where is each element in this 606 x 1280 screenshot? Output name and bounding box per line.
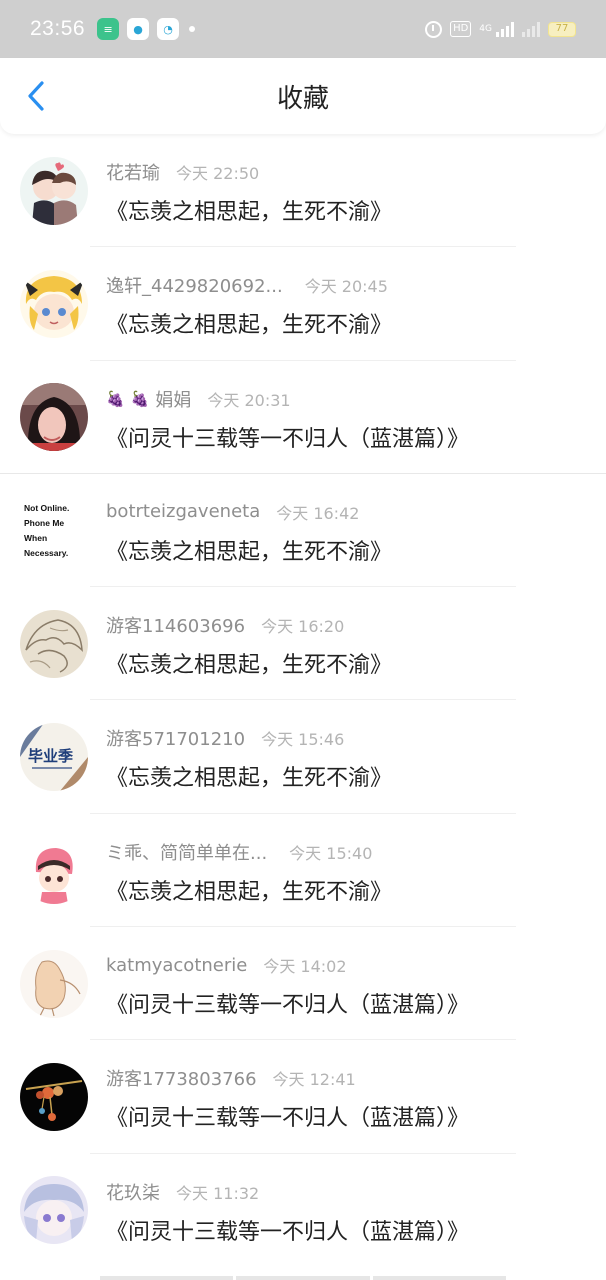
- status-app-icons: ≡ ● ◔: [97, 18, 196, 40]
- user-name: 逸轩_4429820692...: [106, 276, 283, 298]
- timestamp: 今天 20:31: [207, 390, 291, 410]
- book-title[interactable]: 《忘羡之相思起，生死不渝》: [106, 760, 586, 792]
- user-name: botrteizgaveneta: [106, 501, 261, 523]
- grape-emoji-icon: 🍇: [130, 389, 150, 408]
- app-notification-icon: ≡: [97, 18, 120, 40]
- user-name: 花若瑜: [106, 163, 160, 184]
- avatar[interactable]: [20, 1063, 88, 1132]
- timestamp: 今天 15:46: [261, 730, 345, 750]
- grape-emoji-icon: 🍇: [106, 389, 125, 408]
- avatar[interactable]: Not Online. Phone Me When Necessary.: [20, 496, 88, 565]
- timestamp: 今天 12:41: [272, 1070, 356, 1090]
- list-item[interactable]: 游客114603696 今天 16:20 《忘羡之相思起，生死不渝》: [0, 587, 606, 701]
- favorites-list: 花若瑜 今天 22:50 《忘羡之相思起，生死不渝》 逸轩_4429820692…: [0, 134, 606, 1267]
- timestamp: 今天 15:40: [289, 843, 373, 863]
- user-name: 娟娟: [155, 389, 192, 411]
- book-title[interactable]: 《忘羡之相思起，生死不渝》: [106, 534, 586, 566]
- avatar-text: Not Online.: [24, 503, 69, 513]
- avatar-text: Phone Me: [24, 518, 64, 528]
- avatar[interactable]: [20, 609, 88, 678]
- book-title[interactable]: 《问灵十三载等一不归人（蓝湛篇）》: [106, 987, 586, 1019]
- list-item[interactable]: 毕业季 游客571701210 今天 15:46 《忘羡之相思起，生死不渝》: [0, 700, 606, 814]
- timestamp: 今天 20:45: [304, 277, 388, 297]
- timestamp: 今天 11:32: [176, 1183, 260, 1203]
- page-title: 收藏: [276, 83, 329, 114]
- user-name: ミ乖、简简单单在...: [106, 842, 268, 864]
- user-name: 花玖柒: [106, 1182, 160, 1204]
- battery-icon: 77: [548, 21, 576, 37]
- signal-icon: [522, 21, 540, 37]
- avatar[interactable]: [20, 156, 88, 225]
- alarm-icon: [425, 20, 443, 38]
- timestamp: 今天 14:02: [263, 957, 347, 977]
- list-item[interactable]: 🍇 🍇 娟娟 今天 20:31 《问灵十三载等一不归人（蓝湛篇）》: [0, 361, 606, 474]
- avatar-text: When: [24, 533, 47, 543]
- hd-badge: HD: [450, 21, 472, 37]
- user-name: 游客1773803766: [106, 1069, 257, 1091]
- avatar[interactable]: [20, 269, 88, 338]
- avatar[interactable]: [20, 949, 88, 1018]
- app-notification-icon: ◔: [157, 18, 180, 40]
- list-item[interactable]: 花玖柒 今天 11:32 《问灵十三载等一不归人（蓝湛篇）》: [0, 1154, 606, 1267]
- avatar[interactable]: 毕业季: [20, 723, 88, 792]
- book-title[interactable]: 《忘羡之相思起，生死不渝》: [106, 194, 586, 226]
- avatar-text: Necessary.: [24, 548, 68, 558]
- avatar-text: 毕业季: [28, 747, 73, 765]
- list-item[interactable]: 游客1773803766 今天 12:41 《问灵十三载等一不归人（蓝湛篇）》: [0, 1040, 606, 1154]
- header: 收藏: [0, 58, 606, 134]
- avatar[interactable]: [20, 836, 88, 905]
- status-bar: 23:56 ≡ ● ◔ HD 4G 77: [0, 0, 606, 58]
- book-title[interactable]: 《问灵十三载等一不归人（蓝湛篇）》: [106, 1214, 586, 1246]
- avatar[interactable]: [20, 1176, 88, 1245]
- list-item[interactable]: 花若瑜 今天 22:50 《忘羡之相思起，生死不渝》: [0, 134, 606, 248]
- list-item[interactable]: katmyacotnerie 今天 14:02 《问灵十三载等一不归人（蓝湛篇）…: [0, 927, 606, 1041]
- timestamp: 今天 16:20: [261, 617, 345, 637]
- favorites-screen: 23:56 ≡ ● ◔ HD 4G 77 收藏 花若瑜 今天 22:50 《忘羡…: [0, 0, 606, 1280]
- timestamp: 今天 16:42: [276, 503, 360, 523]
- more-notifications-dot: [189, 26, 196, 32]
- chevron-left-icon: [28, 81, 44, 111]
- user-name: 游客571701210: [106, 729, 246, 751]
- status-time: 23:56: [30, 17, 86, 40]
- book-title[interactable]: 《忘羡之相思起，生死不渝》: [106, 307, 586, 339]
- user-name: katmyacotnerie: [106, 954, 248, 976]
- status-indicators: HD 4G 77: [425, 20, 576, 38]
- book-title[interactable]: 《问灵十三载等一不归人（蓝湛篇）》: [106, 1100, 586, 1132]
- list-item[interactable]: Not Online. Phone Me When Necessary. bot…: [0, 474, 606, 588]
- avatar[interactable]: [20, 383, 88, 452]
- bottom-scroll-hint: [100, 1276, 506, 1280]
- user-name: 游客114603696: [106, 616, 246, 638]
- book-title[interactable]: 《问灵十三载等一不归人（蓝湛篇）》: [106, 421, 586, 453]
- timestamp: 今天 22:50: [176, 164, 260, 183]
- list-item[interactable]: ミ乖、简简单单在... 今天 15:40 《忘羡之相思起，生死不渝》: [0, 814, 606, 928]
- app-notification-icon: ●: [127, 18, 150, 40]
- back-button[interactable]: [16, 76, 56, 116]
- network-type: 4G: [479, 24, 492, 34]
- signal-icon: [496, 21, 514, 37]
- book-title[interactable]: 《忘羡之相思起，生死不渝》: [106, 647, 586, 679]
- book-title[interactable]: 《忘羡之相思起，生死不渝》: [106, 874, 586, 906]
- list-item[interactable]: 逸轩_4429820692... 今天 20:45 《忘羡之相思起，生死不渝》: [0, 247, 606, 361]
